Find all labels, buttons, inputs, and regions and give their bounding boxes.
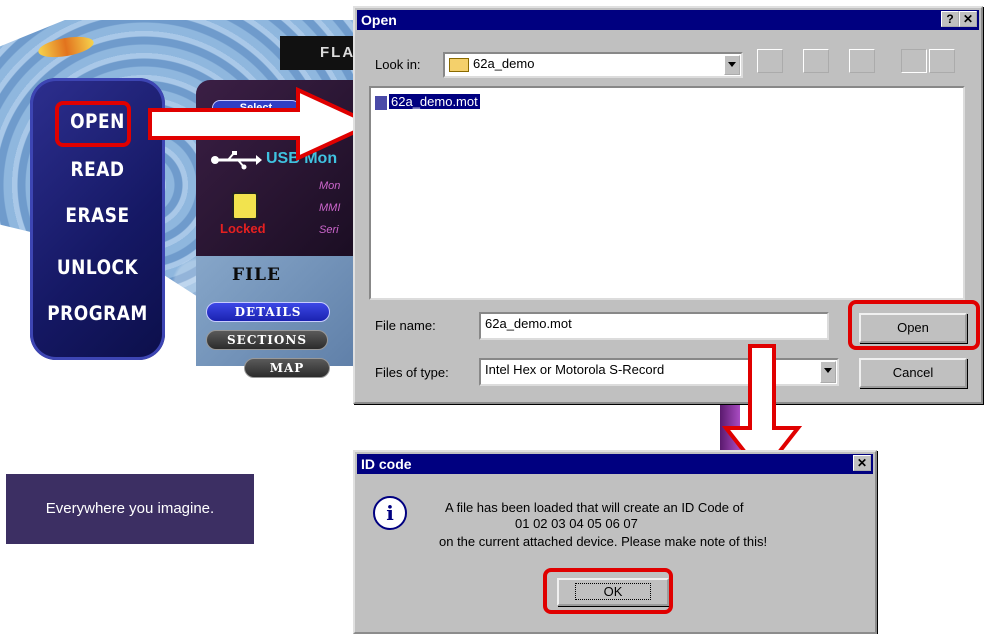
app-title: FLA (320, 44, 356, 61)
nav-panel: OPEN READ ERASE UNLOCK PROGRAM (30, 78, 165, 360)
close-button[interactable]: ✕ (853, 455, 871, 471)
list-item[interactable]: 62a_demo.mot (375, 93, 481, 110)
help-button[interactable]: ? (941, 11, 959, 27)
new-folder-icon[interactable] (849, 49, 875, 73)
info-line: Mon (319, 180, 341, 192)
id-code-dialog: ID code ✕ i A file has been loaded that … (353, 450, 877, 634)
lock-label: Locked (220, 221, 266, 236)
message-line: on the current attached device. Please m… (439, 534, 768, 549)
info-line: Seri (319, 224, 339, 236)
arrow-right-icon (148, 86, 377, 162)
open-dialog-titlebar: Open (357, 10, 979, 30)
tab-sections[interactable]: SECTIONS (206, 330, 328, 350)
close-button[interactable]: ✕ (959, 11, 977, 27)
open-dialog-title: Open (361, 12, 397, 28)
id-dialog-title: ID code (361, 456, 412, 472)
info-line: MMI (319, 202, 341, 214)
file-title: FILE (232, 265, 281, 285)
tab-details[interactable]: DETAILS (206, 302, 330, 322)
banner: Everywhere you imagine. (6, 474, 254, 544)
id-code-value: 01 02 03 04 05 06 07 (515, 516, 638, 531)
list-view-icon[interactable] (901, 49, 927, 73)
nav-read[interactable]: READ (30, 159, 165, 182)
look-in-label: Look in: (375, 57, 421, 72)
file-name-label: File name: (375, 318, 436, 333)
nav-unlock[interactable]: UNLOCK (30, 257, 165, 280)
ok-button[interactable]: OK (557, 578, 669, 606)
chevron-down-icon[interactable] (724, 55, 740, 75)
open-button[interactable]: Open (859, 313, 967, 343)
open-dialog: Open ? ✕ Look in: 62a_demo 62a_demo.mot … (353, 6, 983, 404)
ok-label: OK (574, 583, 652, 600)
id-dialog-titlebar: ID code (357, 454, 873, 474)
file-name-field[interactable]: 62a_demo.mot (479, 312, 829, 340)
info-icon: i (373, 496, 407, 530)
folder-icon (449, 57, 469, 72)
tab-map[interactable]: MAP (244, 358, 330, 378)
chevron-down-icon[interactable] (820, 361, 836, 383)
details-view-icon[interactable] (929, 49, 955, 73)
files-of-type-label: Files of type: (375, 365, 449, 380)
nav-erase[interactable]: ERASE (30, 205, 165, 228)
lock-icon (232, 192, 258, 220)
desktop-icon[interactable] (803, 49, 829, 73)
file-name: 62a_demo.mot (388, 93, 481, 110)
up-folder-icon[interactable] (757, 49, 783, 73)
cancel-button[interactable]: Cancel (859, 358, 967, 388)
look-in-value: 62a_demo (473, 56, 535, 71)
nav-program[interactable]: PROGRAM (30, 303, 165, 326)
message-line: A file has been loaded that will create … (445, 500, 744, 515)
nav-open[interactable]: OPEN (30, 111, 165, 134)
look-in-select[interactable]: 62a_demo (443, 52, 743, 78)
file-list[interactable]: 62a_demo.mot (369, 86, 965, 300)
files-of-type-value: Intel Hex or Motorola S-Record (485, 362, 665, 377)
file-icon (375, 95, 387, 110)
